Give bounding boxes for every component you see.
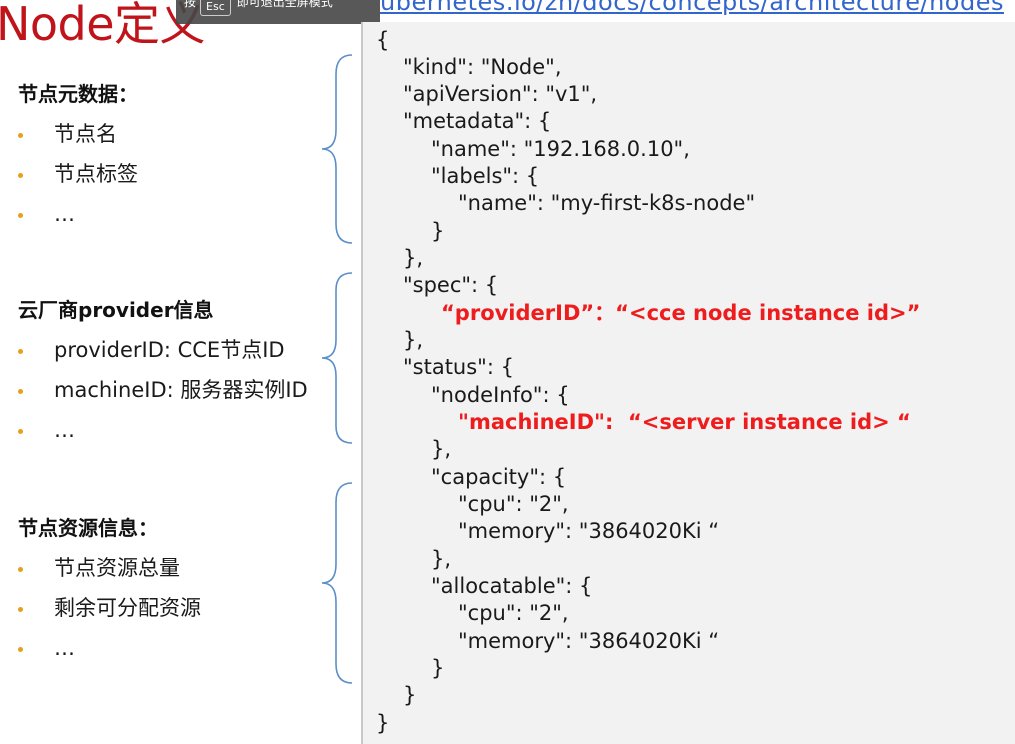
section-list: 节点名 节点标签 … (18, 120, 138, 228)
section-list: providerID: CCE节点ID machineID: 服务器实例ID … (18, 336, 308, 444)
bullet-icon (18, 567, 23, 572)
code-line: "allocatable": { (431, 574, 593, 598)
list-item: … (18, 416, 308, 444)
section-provider-info: 云厂商provider信息 providerID: CCE节点ID machin… (18, 296, 308, 444)
code-line: { (376, 28, 390, 52)
code-line: } (403, 683, 417, 707)
code-line: }, (431, 437, 452, 461)
curly-brace-icon (321, 54, 353, 244)
bullet-icon (18, 133, 23, 138)
list-item: … (18, 200, 138, 228)
code-line: } (431, 219, 445, 243)
section-node-metadata: 节点元数据： 节点名 节点标签 … (18, 80, 138, 228)
bullet-icon (18, 213, 23, 218)
list-item: … (18, 634, 201, 662)
code-line: "spec": { (403, 273, 499, 297)
code-line: }, (431, 547, 452, 571)
code-line: "name": "192.168.0.10", (431, 137, 690, 161)
section-heading: 节点元数据： (18, 82, 138, 106)
bullet-icon (18, 429, 23, 434)
list-item: 节点标签 (18, 160, 138, 188)
code-line: }, (403, 246, 424, 270)
code-line: } (431, 656, 445, 680)
section-list: 节点资源总量 剩余可分配资源 … (18, 554, 201, 662)
section-heading: 云厂商provider信息 (18, 298, 214, 322)
code-line: }, (403, 328, 424, 352)
code-line: "cpu": "2", (458, 601, 569, 625)
code-line-highlight: “providerID”：“<cce node instance id>” (441, 301, 921, 325)
code-line: "status": { (403, 355, 514, 379)
code-line: "cpu": "2", (458, 492, 569, 516)
list-item: providerID: CCE节点ID (18, 336, 308, 364)
list-item: 剩余可分配资源 (18, 594, 201, 622)
slide-title: Node定义 (0, 0, 206, 51)
esc-hint-prefix: 按 (184, 0, 197, 9)
code-line: "capacity": { (431, 465, 567, 489)
code-line: "memory": "3864020Ki “ (458, 629, 720, 653)
bullet-icon (18, 647, 23, 652)
code-line: "nodeInfo": { (431, 383, 570, 407)
list-item: 节点名 (18, 120, 138, 148)
code-line: "metadata": { (403, 109, 552, 133)
curly-brace-icon (321, 482, 353, 684)
esc-key-badge: Esc (200, 0, 231, 16)
bullet-icon (18, 173, 23, 178)
code-line: "name": "my-first-k8s-node" (458, 191, 756, 215)
bullet-icon (18, 607, 23, 612)
curly-brace-icon (321, 272, 353, 444)
code-line: "apiVersion": "v1", (403, 82, 598, 106)
section-heading: 节点资源信息： (18, 516, 158, 540)
section-node-resources: 节点资源信息： 节点资源总量 剩余可分配资源 … (18, 514, 201, 662)
bullet-icon (18, 349, 23, 354)
code-line: "memory": "3864020Ki “ (458, 519, 720, 543)
esc-hint-text: 即可退出全屏模式 (236, 0, 333, 9)
list-item: 节点资源总量 (18, 554, 201, 582)
code-line: "labels": { (431, 164, 540, 188)
bullet-icon (18, 389, 23, 394)
list-item: machineID: 服务器实例ID (18, 376, 308, 404)
url-link[interactable]: ubernetes.io/zh/docs/concepts/architectu… (380, 0, 1004, 16)
fullscreen-exit-hint: 按 Esc 即可退出全屏模式 (176, 0, 380, 24)
code-line: "kind": "Node", (403, 55, 562, 79)
json-code-panel: { "kind": "Node", "apiVersion": "v1", "m… (361, 22, 1015, 744)
code-line: } (376, 711, 390, 735)
code-line-highlight: "machineID": “<server instance id> “ (458, 410, 911, 434)
